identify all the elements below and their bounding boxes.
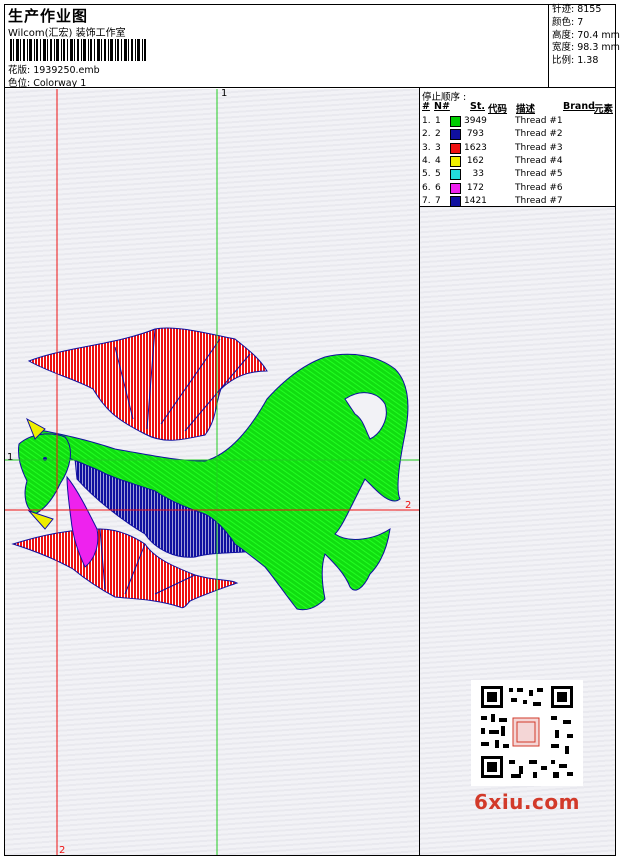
design-height: 高度: 70.4 mm — [552, 29, 620, 41]
row-stitches: 793 — [466, 129, 484, 140]
site-logo: 6xiu.com — [474, 790, 580, 814]
row-index: 7. — [422, 195, 431, 206]
guide-label-top: 1 — [221, 89, 228, 99]
guide-label-left: 1 — [7, 452, 14, 463]
colorway-name: 色位: Colorway 1 — [8, 78, 87, 89]
stop-sequence-table: 停止顺序 : # N# St. 代码 描述 Brand 元素 1. 1 3949 Th… — [420, 88, 615, 207]
studio-name: Wilcom(汇宏) 装饰工作室 — [8, 28, 126, 39]
row-index: 1. — [422, 116, 431, 126]
table-row: 4. 4 162 Thread #4 — [420, 155, 615, 168]
table-row: 6. 6 172 Thread #6 — [420, 182, 615, 195]
row-stitches: 1623 — [464, 142, 487, 153]
row-needle: 3 — [435, 142, 441, 153]
row-needle: 7 — [435, 195, 441, 206]
row-index: 2. — [422, 129, 431, 140]
barcode-icon — [10, 39, 146, 61]
row-needle: 1 — [435, 116, 441, 126]
table-row: 2. 2 793 Thread #2 — [420, 128, 615, 141]
dragon-embroidery-design — [5, 89, 419, 855]
page-title: 生产作业图 — [8, 7, 89, 25]
table-row: 1. 1 3949 Thread #1 — [420, 115, 615, 128]
row-needle: 6 — [435, 182, 441, 193]
row-stitches: 162 — [466, 155, 484, 166]
worksheet-header: 生产作业图 Wilcom(汇宏) 装饰工作室 花版: 1939250.emb 色… — [4, 4, 620, 89]
row-description: Thread #7 — [515, 195, 563, 206]
color-count: 颜色: 7 — [552, 16, 584, 28]
row-description: Thread #1 — [515, 116, 563, 126]
dragon-head — [18, 433, 71, 515]
thread-color-swatch — [450, 142, 461, 154]
thread-color-swatch — [450, 116, 461, 127]
upper-wing — [27, 327, 268, 441]
guide-label-bottom: 2 — [59, 845, 66, 855]
thread-color-swatch — [450, 129, 461, 141]
col-header-brand: Brand — [563, 101, 595, 112]
row-index: 6. — [422, 182, 431, 193]
qr-code-icon — [471, 680, 583, 786]
thread-color-swatch — [450, 169, 461, 181]
col-header-n: N# — [434, 101, 450, 112]
stitch-count: 针迹: 8155 — [552, 4, 602, 15]
row-description: Thread #6 — [515, 182, 563, 193]
dragon-horn-bottom — [27, 509, 54, 530]
design-canvas: 1 1 2 2 — [5, 89, 419, 855]
row-stitches: 3949 — [464, 116, 487, 126]
thread-color-swatch — [450, 195, 461, 207]
row-index: 3. — [422, 142, 431, 153]
table-row: 5. 5 33 Thread #5 — [420, 168, 615, 181]
row-description: Thread #3 — [515, 142, 563, 153]
design-width: 宽度: 98.3 mm — [552, 42, 620, 54]
row-needle: 4 — [435, 155, 441, 166]
col-header-code: 代码 — [488, 104, 508, 115]
row-description: Thread #4 — [515, 155, 563, 166]
row-needle: 5 — [435, 169, 441, 180]
table-row: 3. 3 1623 Thread #3 — [420, 142, 615, 155]
design-stats: 针迹: 8155 颜色: 7 高度: 70.4 mm 宽度: 98.3 mm 比… — [548, 4, 620, 87]
col-header-desc: 描述 — [516, 104, 536, 115]
row-description: Thread #5 — [515, 169, 563, 180]
row-stitches: 1421 — [464, 195, 487, 206]
guide-label-right: 2 — [405, 500, 412, 511]
row-stitches: 172 — [466, 182, 484, 193]
col-header-st: St. — [470, 101, 485, 112]
col-header-num: # — [422, 101, 430, 112]
row-index: 5. — [422, 169, 431, 180]
col-header-element: 元素 — [594, 104, 614, 115]
thread-color-swatch — [450, 182, 461, 194]
design-file-name: 花版: 1939250.emb — [8, 65, 100, 76]
row-stitches: 33 — [472, 169, 484, 180]
table-row: 7. 7 1421 Thread #7 — [420, 195, 615, 208]
row-needle: 2 — [435, 129, 441, 140]
design-scale: 比例: 1.38 — [552, 55, 599, 67]
row-description: Thread #2 — [515, 129, 563, 140]
thread-color-swatch — [450, 155, 461, 167]
row-index: 4. — [422, 155, 431, 166]
